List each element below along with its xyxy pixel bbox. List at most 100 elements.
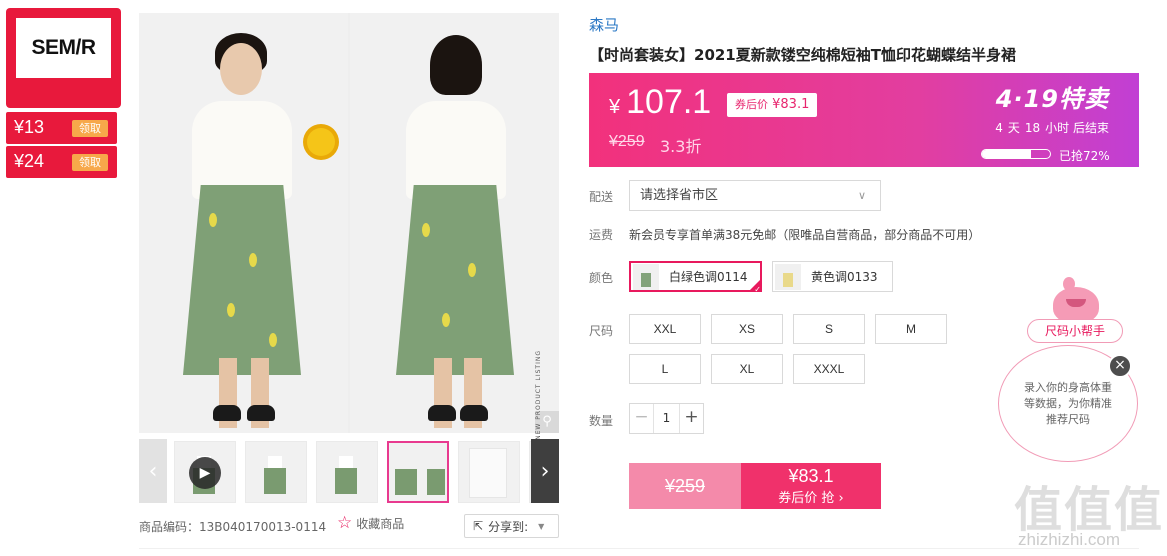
original-price: ¥259 — [609, 133, 645, 150]
share-dropdown[interactable]: ⇱ 分享到: ▼ — [464, 514, 559, 538]
brand-link[interactable]: 森马 — [589, 14, 619, 35]
size-option-xxl[interactable]: XXL — [629, 314, 701, 344]
caret-down-icon: ▼ — [538, 521, 545, 531]
thumb-figure — [268, 456, 282, 468]
delivery-label: 配送 — [589, 190, 614, 204]
currency-symbol: ¥ — [609, 96, 621, 118]
model-shoe — [428, 405, 456, 421]
size-option-l[interactable]: L — [629, 354, 701, 384]
color-swatch — [633, 263, 659, 290]
skirt-print — [269, 333, 277, 347]
model-shoe — [247, 405, 275, 421]
buy-button[interactable]: ¥83.1 券后价 抢 › — [741, 463, 881, 509]
size-option-xs[interactable]: XS — [711, 314, 783, 344]
sku-label: 商品编码： — [139, 520, 200, 534]
coupon-claim-button[interactable]: 领取 — [72, 120, 108, 137]
chevron-left-icon[interactable]: ‹ — [139, 439, 167, 503]
buy-price: ¥83.1 — [788, 466, 834, 486]
region-select[interactable]: 请选择省市区 ∨ — [629, 180, 881, 211]
countdown-hours-unit: 小时 — [1045, 121, 1070, 135]
model-skirt — [396, 185, 514, 375]
color-option-label: 黄色调0133 — [811, 270, 878, 284]
quantity-label: 数量 — [589, 414, 614, 428]
countdown-days-unit: 天 — [1007, 121, 1020, 135]
thumb-card — [469, 448, 507, 498]
sku-value: 13B040170013-0114 — [199, 520, 327, 534]
color-option-yellow[interactable]: 黄色调0133 — [772, 261, 893, 292]
discount-rate: 3.3折 — [660, 137, 702, 156]
countdown-hours: 18 — [1024, 121, 1041, 135]
play-icon[interactable]: ▶ — [189, 457, 221, 489]
thumbnail-image[interactable] — [458, 441, 520, 503]
sold-progress-bar — [981, 149, 1051, 159]
shipping-text: 新会员专享首单满38元免邮（限唯品自营商品，部分商品不可用） — [629, 228, 981, 242]
model-shoe — [460, 405, 488, 421]
thumbnail-image-active[interactable] — [387, 441, 449, 503]
promo-name: 4·19特卖 — [995, 85, 1109, 113]
product-photo-back: ⚲ — [350, 13, 559, 433]
model-head — [220, 43, 262, 95]
skirt-print — [249, 253, 257, 267]
coupon-24[interactable]: ¥24 领取 — [6, 146, 117, 178]
thumbnail-image[interactable] — [316, 441, 378, 503]
size-option-xxxl[interactable]: XXXL — [793, 354, 865, 384]
main-product-image[interactable]: ⚲ — [139, 13, 559, 433]
brand-logo: SEM/R — [16, 18, 111, 78]
skirt-print — [422, 223, 430, 237]
thumb-figure — [395, 469, 417, 495]
quantity-plus-button[interactable]: + — [679, 404, 703, 433]
buy-label: 券后价 抢 › — [778, 491, 844, 506]
sold-progress-fill — [982, 150, 1031, 158]
watermark-url: zhizhizhi.com — [1018, 530, 1121, 549]
thumb-figure — [339, 456, 353, 468]
size-helper-text: 录入你的身高体重等数据，为你精准推荐尺码 — [1024, 380, 1112, 426]
coupon-amount: ¥24 — [14, 151, 45, 171]
shipping-label: 运费 — [589, 228, 614, 242]
skirt-print — [227, 303, 235, 317]
model-shoe — [213, 405, 241, 421]
countdown: 4 天 18 小时 后结束 — [990, 119, 1109, 136]
quantity-input[interactable]: 1 — [654, 404, 679, 433]
brand-coupon-box: SEM/R — [6, 8, 121, 108]
size-label: 尺码 — [589, 324, 614, 338]
countdown-suffix: 后结束 — [1072, 121, 1109, 135]
after-coupon-label: 券后价 — [735, 98, 768, 111]
color-swatch — [775, 263, 801, 290]
coupon-13[interactable]: ¥13 领取 — [6, 112, 117, 144]
quantity-minus-button[interactable]: − — [630, 404, 654, 433]
coupon-claim-button[interactable]: 领取 — [72, 154, 108, 171]
sunflower — [307, 128, 335, 156]
skirt-print — [442, 313, 450, 327]
region-select-value: 请选择省市区 — [640, 188, 719, 203]
thumbnail-video[interactable]: ▶ — [174, 441, 236, 503]
vertical-watermark: NEW PRODUCT LISTING — [535, 350, 542, 440]
chevron-right-icon[interactable]: › — [531, 439, 559, 503]
model-shirt — [192, 101, 292, 199]
mascot-icon — [1053, 277, 1099, 323]
skirt-print — [209, 213, 217, 227]
model-skirt — [183, 185, 301, 375]
model-shirt — [406, 101, 506, 199]
chevron-down-icon: ∨ — [857, 189, 866, 202]
current-price: ¥107.1 — [609, 83, 711, 122]
product-title: 【时尚套装女】2021夏新款镂空纯棉短袖T恤印花蝴蝶结半身裙 — [589, 46, 1016, 64]
size-option-m[interactable]: M — [875, 314, 947, 344]
star-icon: ☆ — [337, 513, 353, 533]
size-helper-button[interactable]: 尺码小帮手 — [1027, 319, 1123, 343]
color-option-label: 白绿色调0114 — [669, 270, 748, 284]
thumbnail-strip: ‹ ▶ › — [139, 439, 559, 503]
favorite-button[interactable]: ☆ 收藏商品 — [337, 515, 404, 532]
share-icon: ⇱ — [473, 519, 484, 533]
sold-text: 已抢72% — [1059, 149, 1110, 163]
size-option-s[interactable]: S — [793, 314, 865, 344]
product-photo-front — [139, 13, 348, 433]
close-icon[interactable]: × — [1108, 354, 1132, 378]
sku-info: 商品编码：13B040170013-0114 — [139, 518, 326, 535]
buy-original-price[interactable]: ¥259 — [629, 463, 741, 509]
size-option-xl[interactable]: XL — [711, 354, 783, 384]
color-option-white-green[interactable]: 白绿色调0114 — [629, 261, 762, 292]
price-banner: ¥107.1 券后价 ¥83.1 ¥259 3.3折 4·19特卖 4 天 18 小时… — [589, 73, 1139, 167]
share-label: 分享到: — [488, 519, 529, 534]
thumbnail-image[interactable] — [245, 441, 307, 503]
thumb-figure — [264, 468, 286, 494]
